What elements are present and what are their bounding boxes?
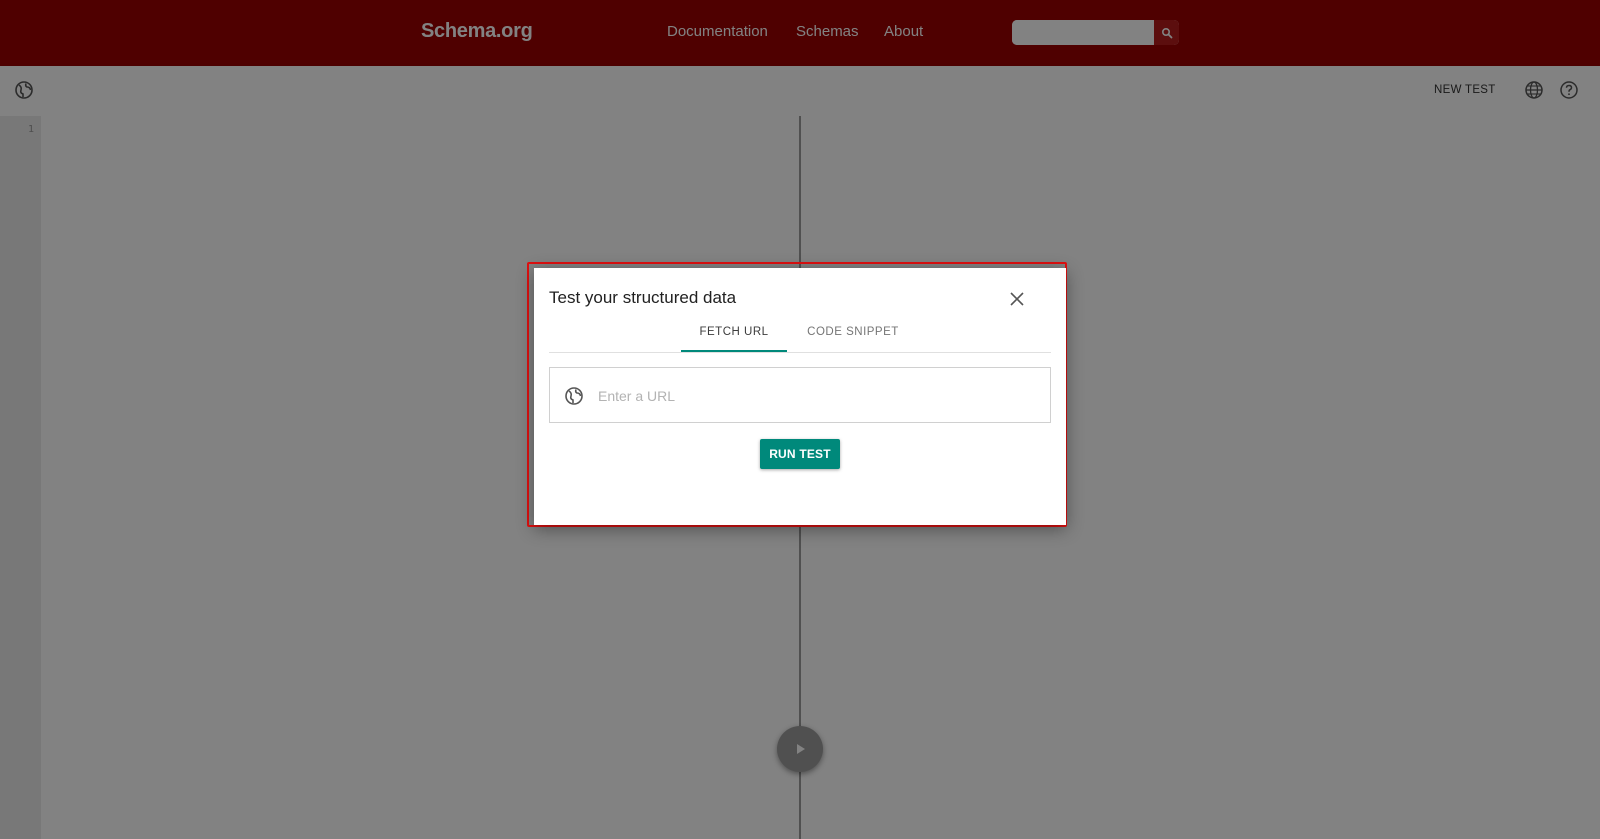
test-dialog: Test your structured data FETCH URL CODE… [534,268,1066,525]
globe-icon [565,387,583,405]
dialog-title: Test your structured data [549,288,737,307]
run-test-button[interactable]: RUN TEST [760,439,840,469]
dialog-tabs: FETCH URL CODE SNIPPET [549,312,1051,353]
url-field [549,367,1051,423]
tab-code-snippet[interactable]: CODE SNIPPET [787,312,919,352]
url-input[interactable] [596,376,1040,416]
close-icon[interactable] [1006,288,1028,310]
tab-fetch-url[interactable]: FETCH URL [681,312,787,352]
